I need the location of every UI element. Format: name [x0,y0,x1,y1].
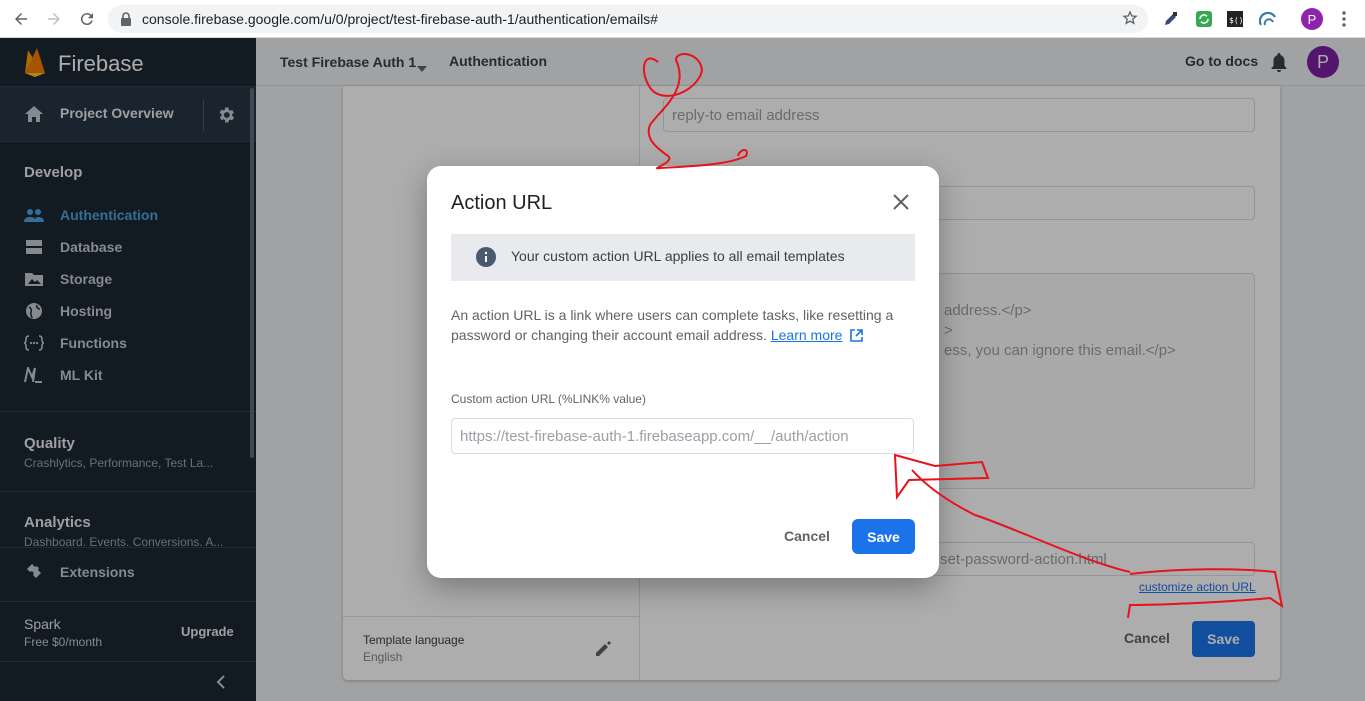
info-text: Your custom action URL applies to all em… [511,248,845,264]
svg-text:$(): $() [1229,16,1243,25]
cancel-button[interactable]: Cancel [775,518,839,554]
eyedropper-extension-icon[interactable] [1161,9,1181,29]
dialog-title: Action URL [451,192,553,214]
save-button[interactable]: Save [852,519,915,554]
external-link-icon[interactable] [850,327,864,347]
reload-icon[interactable] [74,6,100,32]
back-icon[interactable] [8,6,34,32]
terminal-extension-icon[interactable]: $() [1225,9,1245,29]
info-icon [476,247,496,267]
browser-profile-avatar[interactable]: P [1301,8,1323,30]
lock-icon [120,12,132,31]
info-banner: Your custom action URL applies to all em… [451,234,915,281]
close-icon[interactable] [889,190,913,214]
custom-action-url-input[interactable] [451,418,914,454]
wave-extension-icon[interactable] [1258,9,1278,29]
browser-toolbar: console.firebase.google.com/u/0/project/… [0,0,1365,38]
forward-icon[interactable] [41,6,67,32]
custom-action-url-label: Custom action URL (%LINK% value) [451,392,646,406]
url-text: console.firebase.google.com/u/0/project/… [142,11,658,27]
bookmark-star-icon[interactable] [1122,10,1138,31]
sync-extension-icon[interactable] [1194,9,1214,29]
learn-more-link[interactable]: Learn more [771,327,843,343]
dialog-description: An action URL is a link where users can … [451,305,911,347]
learn-more-label: Learn more [770,327,843,343]
address-bar[interactable]: console.firebase.google.com/u/0/project/… [108,5,1148,33]
action-url-dialog: Action URL Your custom action URL applie… [427,166,939,578]
browser-menu-icon[interactable] [1334,9,1354,29]
